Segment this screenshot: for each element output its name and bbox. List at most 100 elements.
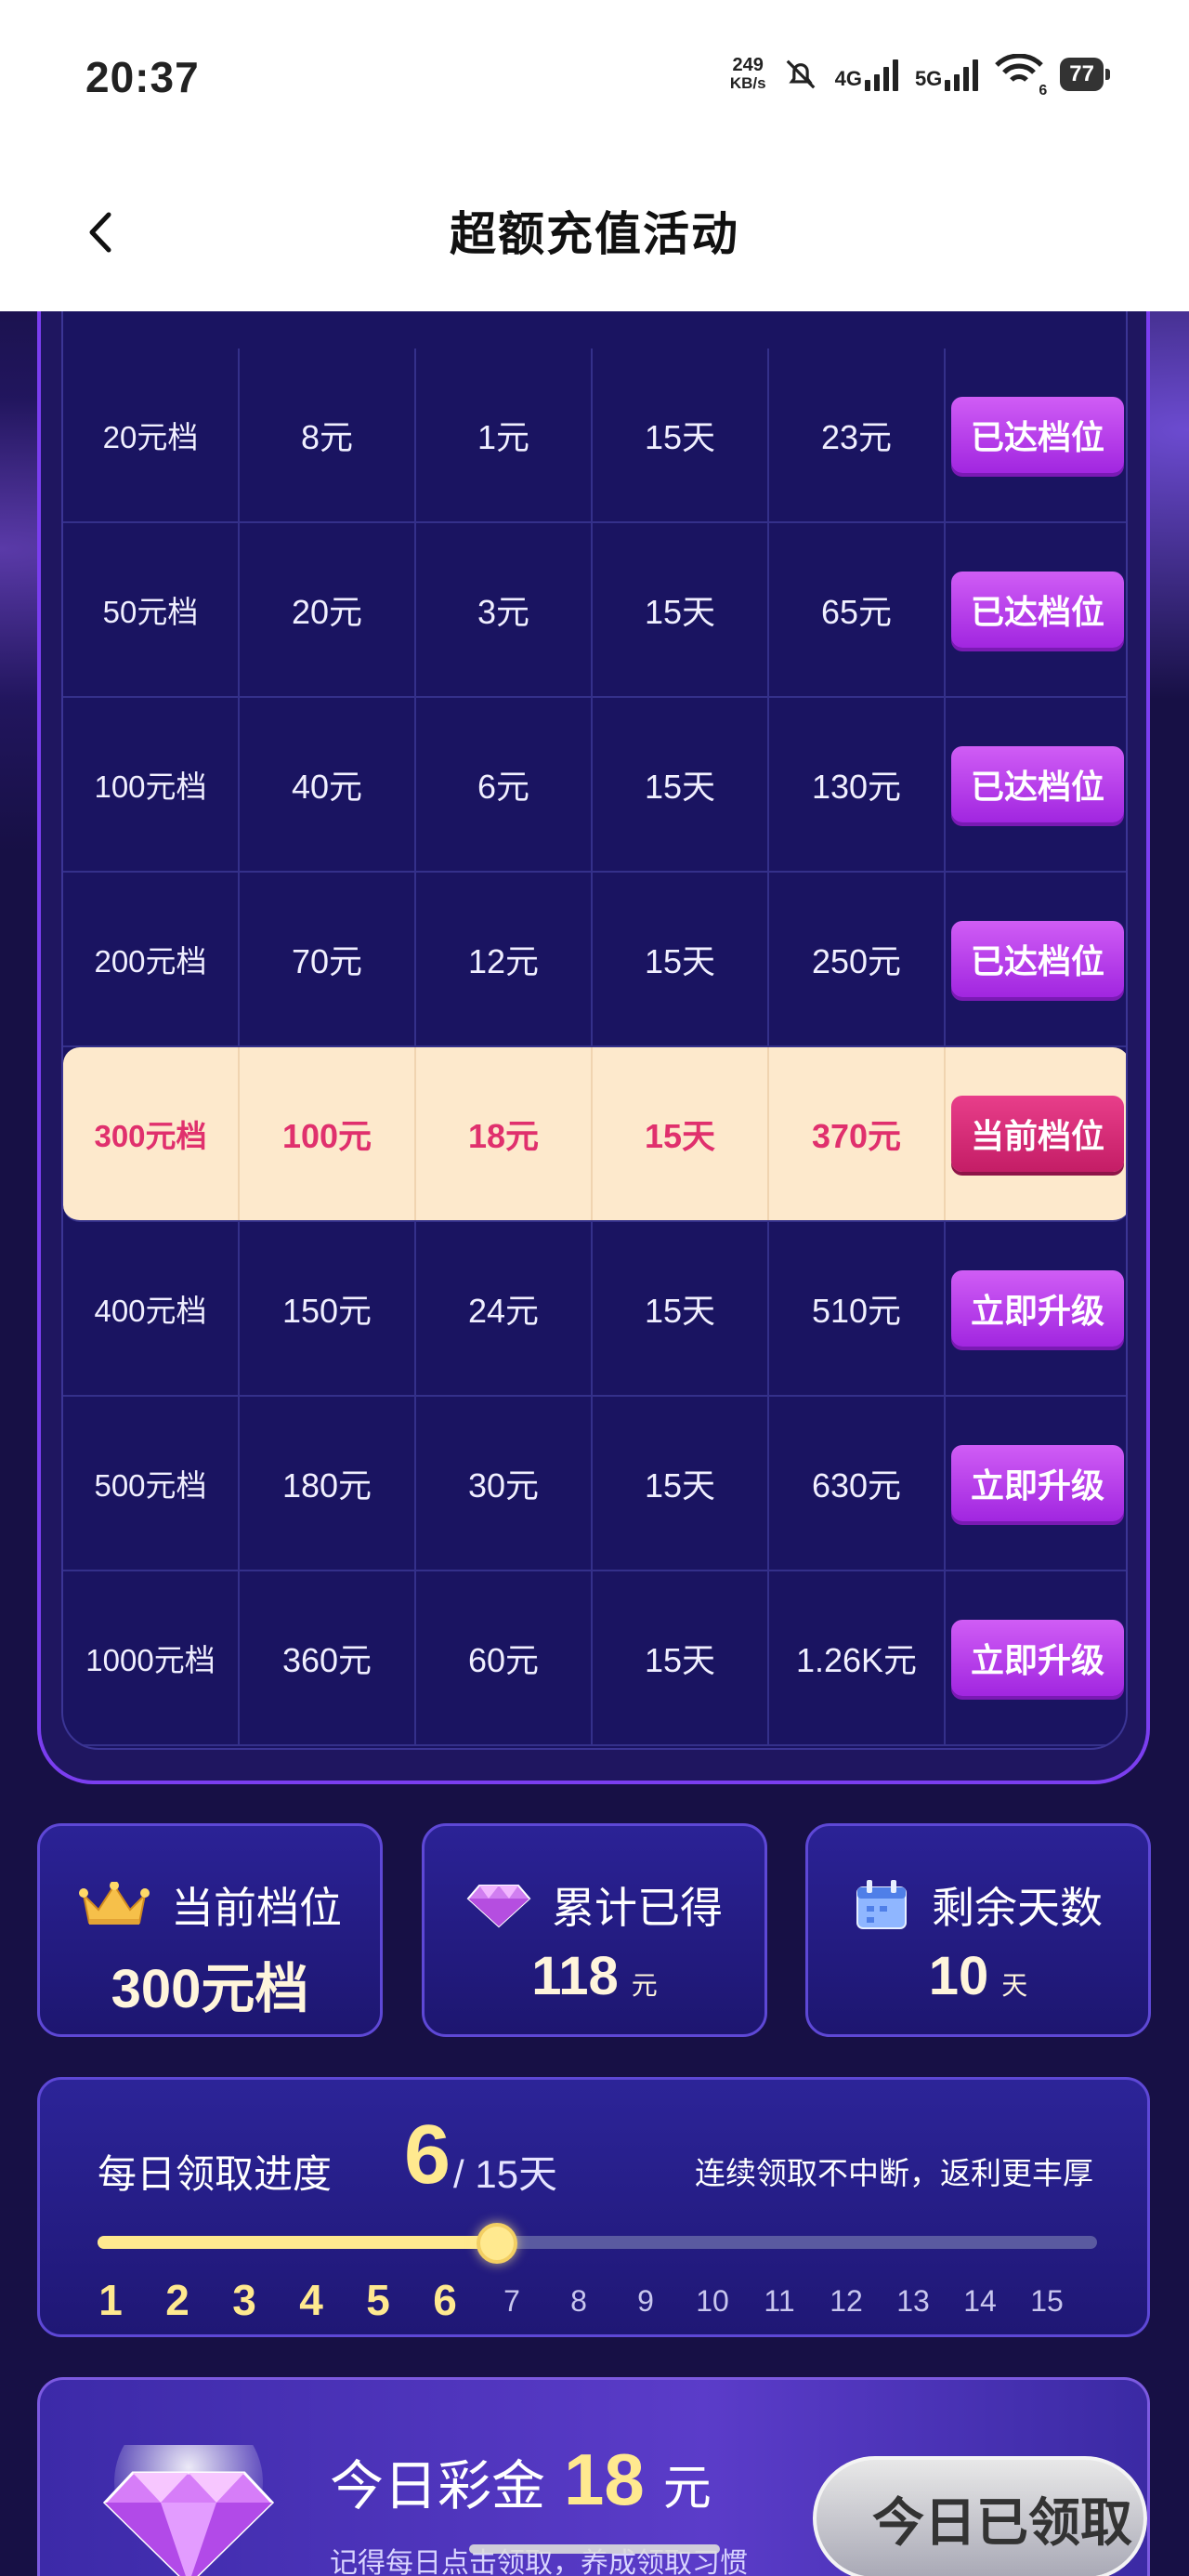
tier-value-cell: 150元	[240, 1222, 416, 1395]
progress-tip: 连续领取不中断，返利更丰厚	[695, 2156, 1093, 2190]
earned-total-label: 累计已得	[552, 1884, 723, 1932]
gem-icon	[466, 1885, 531, 1928]
status-icons: 249 KB/s 4G 5G 6 77	[730, 53, 1110, 99]
progress-day-label: 5	[366, 2276, 390, 2324]
progress-day-label: 10	[696, 2284, 729, 2318]
earned-total-card: 累计已得 118 元	[422, 1823, 767, 2037]
current-tier-button[interactable]: 当前档位	[951, 1096, 1124, 1172]
upgrade-button[interactable]: 立即升级	[951, 1270, 1124, 1347]
bell-muted-icon	[786, 59, 815, 88]
tier-action-cell: 当前档位	[946, 1047, 1126, 1220]
tier-row: 100元档 40元 6元 15天 130元 已达档位	[63, 698, 1126, 873]
status-time: 20:37	[85, 53, 200, 101]
signal-bars-icon	[945, 58, 979, 91]
signal-5g-label: 5G	[914, 66, 943, 90]
tier-value-cell: 15天	[593, 523, 769, 696]
progress-day-label: 9	[637, 2284, 654, 2318]
network-speed-value: 249	[732, 54, 764, 75]
tier-value-cell: 8元	[240, 348, 416, 521]
tier-row: 1000元档 360元 60元 15天 1.26K元 立即升级	[63, 1571, 1126, 1746]
days-left-value: 10	[928, 1946, 989, 2006]
wifi-icon	[995, 53, 1044, 82]
progress-fill	[98, 2236, 498, 2249]
signal-4g-label: 4G	[834, 66, 862, 90]
tier-table-panel: 20元档 8元 1元 15天 23元 已达档位 50元档 20元 3元 15天 65元 已达档位 100…	[37, 311, 1150, 1784]
signal-bars-icon	[864, 58, 898, 91]
progress-title: 每日领取进度	[98, 2152, 333, 2196]
wifi-sub-label: 6	[1039, 83, 1048, 99]
tier-value-cell: 65元	[769, 523, 946, 696]
tier-value-cell: 15天	[593, 1047, 769, 1220]
progress-day-label: 15	[1030, 2284, 1064, 2318]
diamond-icon	[102, 2445, 275, 2576]
tier-value-cell: 70元	[240, 873, 416, 1045]
tier-action-cell: 立即升级	[946, 1397, 1126, 1570]
network-speed: 249 KB/s	[730, 56, 766, 93]
tier-action-cell: 已达档位	[946, 523, 1126, 696]
tier-value-cell: 30元	[416, 1397, 593, 1570]
tier-reached-button[interactable]: 已达档位	[951, 746, 1124, 822]
signal-4g: 4G	[835, 58, 898, 91]
tier-value-cell: 23元	[769, 348, 946, 521]
tier-value-cell: 6元	[416, 698, 593, 871]
tier-reached-button[interactable]: 已达档位	[951, 572, 1124, 648]
signal-5g: 5G	[914, 58, 979, 91]
tier-name-cell: 100元档	[63, 698, 240, 871]
tier-value-cell: 20元	[240, 523, 416, 696]
tier-value-cell: 15天	[593, 1222, 769, 1395]
tier-value-cell: 15天	[593, 698, 769, 871]
tier-name-cell: 50元档	[63, 523, 240, 696]
status-bar: 20:37 249 KB/s 4G 5G 6 77	[0, 0, 1189, 158]
days-left-card: 剩余天数 10 天	[805, 1823, 1151, 2037]
tier-table: 20元档 8元 1元 15天 23元 已达档位 50元档 20元 3元 15天 65元 已达档位 100…	[61, 311, 1128, 1750]
progress-day-label: 11	[764, 2284, 795, 2318]
tier-row: 400元档 150元 24元 15天 510元 立即升级	[63, 1222, 1126, 1397]
tier-value-cell: 180元	[240, 1397, 416, 1570]
daily-progress-panel: 每日领取进度 6 / 15天 连续领取不中断，返利更丰厚 1 2 3 4 5 6 7 8 9 10…	[37, 2077, 1150, 2337]
tier-value-cell: 24元	[416, 1222, 593, 1395]
progress-day-label: 4	[299, 2276, 323, 2324]
progress-day-label: 14	[963, 2284, 997, 2318]
network-speed-unit: KB/s	[729, 73, 766, 92]
tier-value-cell: 12元	[416, 873, 593, 1045]
days-left-label: 剩余天数	[932, 1884, 1103, 1932]
tier-value-cell: 250元	[769, 873, 946, 1045]
days-left-unit: 天	[1001, 1971, 1028, 2000]
progress-day-label: 13	[896, 2284, 930, 2318]
tier-row: 500元档 180元 30元 15天 630元 立即升级	[63, 1397, 1126, 1571]
battery-indicator: 77	[1060, 57, 1110, 91]
tier-value-cell: 370元	[769, 1047, 946, 1220]
upgrade-button[interactable]: 立即升级	[951, 1620, 1124, 1696]
wifi: 6	[995, 53, 1047, 99]
calendar-icon	[856, 1880, 907, 1929]
tier-action-cell: 已达档位	[946, 873, 1126, 1045]
progress-total-days: / 15天	[453, 2152, 558, 2196]
earned-total-value: 118	[531, 1946, 619, 2006]
tier-name-cell: 200元档	[63, 873, 240, 1045]
tier-value-cell: 15天	[593, 1397, 769, 1570]
tier-value-cell: 1元	[416, 348, 593, 521]
tier-row-current: 300元档 100元 18元 15天 370元 当前档位	[63, 1047, 1126, 1222]
tier-value-cell: 60元	[416, 1571, 593, 1744]
tier-value-cell: 1.26K元	[769, 1571, 946, 1744]
current-tier-value: 300元档	[111, 1959, 309, 2019]
tier-row: 50元档 20元 3元 15天 65元 已达档位	[63, 523, 1126, 698]
tier-value-cell: 40元	[240, 698, 416, 871]
tier-action-cell: 已达档位	[946, 698, 1126, 871]
current-tier-card: 当前档位 300元档	[37, 1823, 383, 2037]
home-indicator[interactable]	[469, 2544, 720, 2554]
tier-action-cell: 立即升级	[946, 1222, 1126, 1395]
progress-current-day: 6	[404, 2109, 451, 2201]
tier-reached-button[interactable]: 已达档位	[951, 397, 1124, 473]
claim-button[interactable]: 今日已领取	[813, 2456, 1147, 2576]
bonus-label: 今日彩金	[330, 2456, 546, 2517]
tier-value-cell: 360元	[240, 1571, 416, 1744]
progress-day-label: 2	[165, 2276, 189, 2324]
progress-day-label: 12	[830, 2284, 863, 2318]
tier-value-cell: 630元	[769, 1397, 946, 1570]
bonus-unit: 元	[662, 2462, 712, 2516]
progress-day-label: 1	[98, 2276, 123, 2324]
progress-day-label: 7	[503, 2284, 520, 2318]
upgrade-button[interactable]: 立即升级	[951, 1445, 1124, 1521]
tier-reached-button[interactable]: 已达档位	[951, 921, 1124, 997]
